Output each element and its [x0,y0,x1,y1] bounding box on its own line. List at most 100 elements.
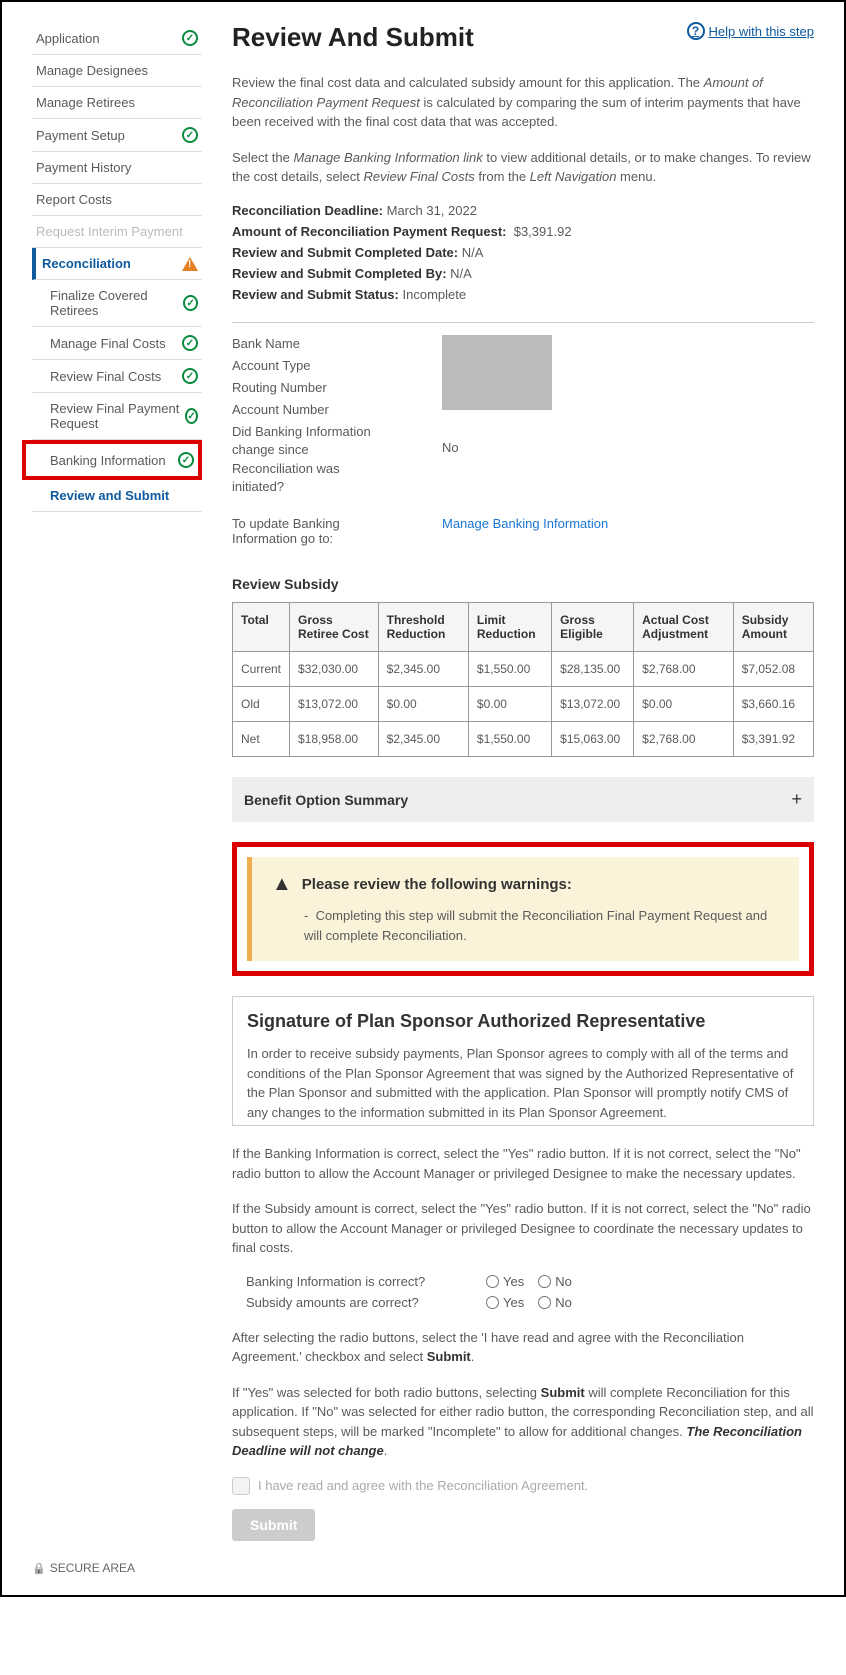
accordion-title: Benefit Option Summary [244,792,408,808]
sidebar-item-banking-information[interactable]: Banking Information [22,440,202,480]
check-icon [178,452,194,468]
redacted-block [442,335,552,410]
sidebar-item-request-interim-payment: Request Interim Payment [32,216,202,248]
status-label: Review and Submit Status: [232,287,399,302]
bank-name-label: Bank Name [232,335,382,353]
amount-value: $3,391.92 [514,224,572,239]
completed-by-label: Review and Submit Completed By: [232,266,447,281]
th-threshold-reduction: Threshold Reduction [378,603,468,652]
account-type-label: Account Type [232,357,382,375]
sidebar-item-label: Finalize Covered Retirees [50,288,183,318]
signature-title: Signature of Plan Sponsor Authorized Rep… [247,1011,799,1032]
content: Review And Submit ? Help with this step … [232,22,814,1541]
check-icon [185,408,198,424]
plus-icon: + [791,789,802,810]
bank-change-label: Did Banking Information change since Rec… [232,423,382,496]
warning-highlight-box: ▲ Please review the following warnings: -… [232,842,814,976]
instruction-p1: If the Banking Information is correct, s… [232,1144,814,1183]
sidebar-item-review-and-submit[interactable]: Review and Submit [32,480,202,512]
warning-icon [182,257,198,271]
signature-scroll-box[interactable]: Signature of Plan Sponsor Authorized Rep… [232,996,814,1126]
table-row: Net$18,958.00$2,345.00$1,550.00$15,063.0… [233,722,814,757]
banking-correct-no-radio[interactable] [538,1275,551,1288]
instruction-p2: If the Subsidy amount is correct, select… [232,1199,814,1258]
sidebar-item-label: Manage Retirees [36,95,135,110]
manage-banking-link[interactable]: Manage Banking Information [442,516,608,546]
lock-icon [32,1561,46,1575]
status-value: Incomplete [403,287,467,302]
subsidy-correct-yes-radio[interactable] [486,1296,499,1309]
sidebar-item-application[interactable]: Application [32,22,202,55]
sidebar-item-finalize-covered-retirees[interactable]: Finalize Covered Retirees [32,280,202,327]
page-title: Review And Submit [232,22,474,53]
agree-checkbox[interactable] [232,1477,250,1495]
submit-button[interactable]: Submit [232,1509,315,1541]
sidebar-item-label: Manage Designees [36,63,148,78]
benefit-option-summary-accordion[interactable]: Benefit Option Summary + [232,777,814,822]
bank-change-value: No [442,440,552,455]
warning-title: Please review the following warnings: [302,876,572,893]
check-icon [182,127,198,143]
account-number-label: Account Number [232,401,382,419]
intro-p2: Select the Manage Banking Information li… [232,148,814,187]
signature-body: In order to receive subsidy payments, Pl… [247,1044,799,1122]
post-p2: If "Yes" was selected for both radio but… [232,1383,814,1461]
bank-section: Bank Name Account Type Routing Number Ac… [232,322,814,497]
sidebar-item-manage-retirees[interactable]: Manage Retirees [32,87,202,119]
sidebar-item-label: Review Final Costs [50,369,161,384]
sidebar-item-label: Payment History [36,160,131,175]
sidebar-item-payment-setup[interactable]: Payment Setup [32,119,202,152]
subsidy-correct-label: Subsidy amounts are correct? [246,1295,486,1310]
sidebar: Application Manage Designees Manage Reti… [32,22,202,1541]
check-icon [182,30,198,46]
info-list: Reconciliation Deadline: March 31, 2022 … [232,203,814,302]
help-link[interactable]: ? Help with this step [687,22,815,40]
th-gross-eligible: Gross Eligible [552,603,634,652]
th-gross-retiree-cost: Gross Retiree Cost [290,603,379,652]
check-icon [183,295,198,311]
warning-icon: ▲ [272,873,292,896]
th-actual-cost-adjustment: Actual Cost Adjustment [634,603,734,652]
amount-label: Amount of Reconciliation Payment Request… [232,224,506,239]
completed-date-label: Review and Submit Completed Date: [232,245,458,260]
deadline-value: March 31, 2022 [387,203,477,218]
sidebar-item-payment-history[interactable]: Payment History [32,152,202,184]
help-label: Help with this step [709,24,815,39]
subsidy-table: Total Gross Retiree Cost Threshold Reduc… [232,602,814,757]
sidebar-item-label: Manage Final Costs [50,336,166,351]
sidebar-item-manage-designees[interactable]: Manage Designees [32,55,202,87]
warning-box: ▲ Please review the following warnings: -… [247,857,799,961]
completed-date-value: N/A [462,245,484,260]
th-limit-reduction: Limit Reduction [468,603,551,652]
sidebar-item-review-final-payment-request[interactable]: Review Final Payment Request [32,393,202,440]
sidebar-item-reconciliation[interactable]: Reconciliation [32,248,202,280]
completed-by-value: N/A [450,266,472,281]
agree-label: I have read and agree with the Reconcili… [258,1478,588,1493]
table-row: Old$13,072.00$0.00$0.00$13,072.00$0.00$3… [233,687,814,722]
check-icon [182,368,198,384]
review-subsidy-title: Review Subsidy [232,576,814,592]
check-icon [182,335,198,351]
sidebar-item-report-costs[interactable]: Report Costs [32,184,202,216]
subsidy-correct-no-radio[interactable] [538,1296,551,1309]
sidebar-item-label: Reconciliation [42,256,131,271]
sidebar-item-review-final-costs[interactable]: Review Final Costs [32,360,202,393]
deadline-label: Reconciliation Deadline: [232,203,383,218]
secure-area-footer: SECURE AREA [32,1561,814,1575]
sidebar-item-label: Banking Information [50,453,166,468]
table-row: Current$32,030.00$2,345.00$1,550.00$28,1… [233,652,814,687]
th-total: Total [233,603,290,652]
help-icon: ? [687,22,705,40]
post-p1: After selecting the radio buttons, selec… [232,1328,814,1367]
sidebar-item-label: Review and Submit [50,488,169,503]
banking-correct-yes-radio[interactable] [486,1275,499,1288]
th-subsidy-amount: Subsidy Amount [733,603,813,652]
sidebar-item-manage-final-costs[interactable]: Manage Final Costs [32,327,202,360]
sidebar-item-label: Application [36,31,100,46]
intro-p1: Review the final cost data and calculate… [232,73,814,132]
banking-correct-label: Banking Information is correct? [246,1274,486,1289]
sidebar-item-label: Review Final Payment Request [50,401,185,431]
warning-item: - Completing this step will submit the R… [304,906,779,945]
routing-number-label: Routing Number [232,379,382,397]
sidebar-item-label: Report Costs [36,192,112,207]
